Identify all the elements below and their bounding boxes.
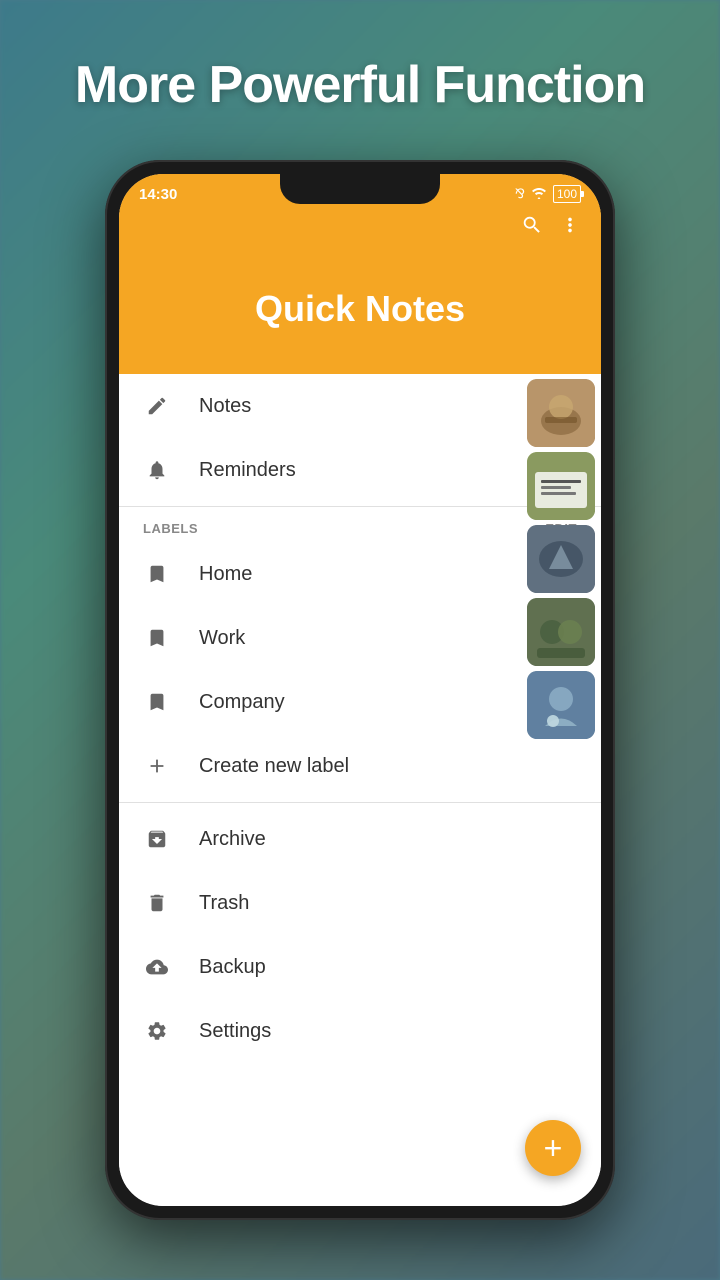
menu-item-settings[interactable]: Settings [119,999,601,1063]
thumbnail-card-1[interactable] [527,379,595,447]
bell-icon [143,456,171,484]
bookmark-company-icon [143,688,171,716]
fab-plus-icon: + [544,1132,563,1164]
menu-item-trash[interactable]: Trash [119,871,601,935]
home-label: Home [199,563,252,586]
volume-down-button [105,485,106,555]
app-header-actions [119,214,601,242]
thumbnail-card-3[interactable] [527,525,595,593]
app-header: 14:30 ⅋ 100 [119,174,601,374]
battery-icon: 100 [553,185,581,203]
search-icon[interactable] [521,214,543,242]
reminders-label: Reminders [199,459,296,482]
notes-label: Notes [199,395,251,418]
company-label: Company [199,691,285,714]
phone-screen: 14:30 ⅋ 100 [119,174,601,1206]
archive-icon [143,825,171,853]
bluetooth-icon: ⅋ [515,186,525,202]
thumbnail-card-2[interactable] [527,452,595,520]
create-label-text: Create new label [199,755,349,778]
fab-create-note[interactable]: + [525,1120,581,1176]
archive-label: Archive [199,828,266,851]
plus-icon [143,752,171,780]
mute-button [105,340,106,385]
thumbnail-panel [523,374,601,744]
wifi-icon [531,186,547,203]
volume-up-button [105,400,106,470]
settings-icon [143,1017,171,1045]
labels-title: LABELS [143,521,198,536]
bookmark-work-icon [143,624,171,652]
status-time: 14:30 [139,186,177,203]
app-title: Quick Notes [119,228,601,354]
status-icons: ⅋ 100 [515,185,581,203]
menu-item-backup[interactable]: Backup [119,935,601,999]
trash-icon [143,889,171,917]
work-label: Work [199,627,245,650]
trash-label: Trash [199,892,249,915]
settings-label: Settings [199,1020,271,1043]
cloud-upload-icon [143,953,171,981]
more-options-icon[interactable] [559,214,581,242]
power-button [614,380,615,460]
thumbnail-card-5[interactable] [527,671,595,739]
bookmark-home-icon [143,560,171,588]
section-divider-2 [119,802,601,803]
phone-frame: 14:30 ⅋ 100 [105,160,615,1220]
backup-label: Backup [199,956,266,979]
page-headline: More Powerful Function [0,55,720,115]
pencil-icon [143,392,171,420]
notch [280,174,440,204]
thumbnail-card-4[interactable] [527,598,595,666]
menu-item-archive[interactable]: Archive [119,807,601,871]
